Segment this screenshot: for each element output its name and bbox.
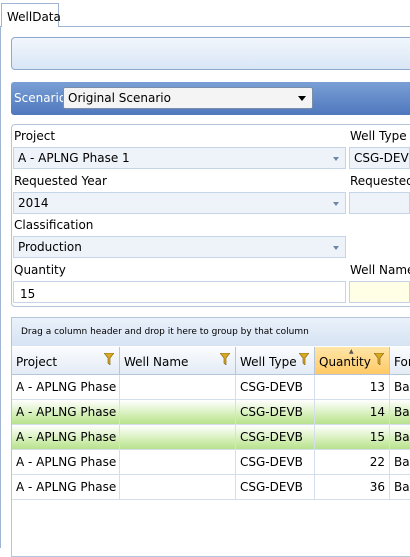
cell-quantity[interactable]: 36	[315, 475, 390, 500]
table-row[interactable]: A - APLNG Phase 1 CSG-DEVB 14 Bar	[12, 400, 410, 425]
column-header-label: For	[394, 355, 410, 369]
filter-icon[interactable]	[374, 353, 384, 365]
column-header-label: Well Name	[124, 355, 189, 369]
chevron-down-icon[interactable]	[333, 202, 339, 206]
chevron-down-icon[interactable]	[333, 246, 339, 250]
cell-for[interactable]: Bar	[390, 375, 410, 400]
tab-strip	[0, 0, 410, 27]
requested-year-label: Requested Year	[14, 174, 107, 188]
cell-project[interactable]: A - APLNG Phase 1	[12, 425, 120, 450]
well-name-label: Well Name	[350, 263, 410, 277]
requested-year-value: 2014	[18, 196, 49, 210]
cell-for[interactable]: Bar	[390, 400, 410, 425]
quantity-input[interactable]: 15	[13, 281, 346, 303]
filter-icon[interactable]	[299, 353, 309, 365]
cell-quantity[interactable]: 13	[315, 375, 390, 400]
cell-project[interactable]: A - APLNG Phase 1	[12, 450, 120, 475]
column-header-project[interactable]: Project	[12, 347, 120, 375]
cell-well-name[interactable]	[120, 450, 236, 475]
cell-quantity[interactable]: 14	[315, 400, 390, 425]
scenario-select[interactable]: Original Scenario	[63, 87, 313, 109]
cell-for[interactable]: Bar	[390, 475, 410, 500]
classification-combo[interactable]: Production	[13, 236, 346, 258]
cell-project[interactable]: A - APLNG Phase 1	[12, 475, 120, 500]
cell-well-name[interactable]	[120, 475, 236, 500]
grid-header-row: Project Well Name Well Type ▲ Quantity F…	[12, 347, 410, 375]
chevron-down-icon[interactable]	[333, 157, 339, 161]
well-type-label: Well Type	[350, 129, 407, 143]
cell-quantity[interactable]: 22	[315, 450, 390, 475]
cell-project[interactable]: A - APLNG Phase 1	[12, 375, 120, 400]
requested-year-combo[interactable]: 2014	[13, 192, 346, 214]
project-label: Project	[14, 129, 56, 143]
cell-for[interactable]: Bar	[390, 425, 410, 450]
table-row[interactable]: A - APLNG Phase 1 CSG-DEVB 22 Bar	[12, 450, 410, 475]
cell-quantity[interactable]: 15	[315, 425, 390, 450]
group-panel[interactable]: Drag a column header and drop it here to…	[12, 318, 410, 346]
sort-ascending-icon: ▲	[349, 348, 354, 355]
column-header-well-name[interactable]: Well Name	[120, 347, 236, 375]
column-header-label: Well Type	[240, 355, 297, 369]
classification-label: Classification	[14, 218, 94, 232]
column-header-for[interactable]: For	[390, 347, 410, 375]
scenario-value: Original Scenario	[68, 91, 171, 105]
cell-well-name[interactable]	[120, 400, 236, 425]
column-header-well-type[interactable]: Well Type	[236, 347, 315, 375]
filter-icon[interactable]	[220, 353, 230, 365]
cell-well-type[interactable]: CSG-DEVB	[236, 375, 315, 400]
cell-for[interactable]: Bar	[390, 450, 410, 475]
project-combo[interactable]: A - APLNG Phase 1	[13, 147, 346, 169]
scenario-label: Scenario	[14, 91, 67, 105]
table-row[interactable]: A - APLNG Phase 1 CSG-DEVB 13 Bar	[12, 375, 410, 400]
table-row[interactable]: A - APLNG Phase 1 CSG-DEVB 36 Bar	[12, 475, 410, 500]
cell-well-type[interactable]: CSG-DEVB	[236, 400, 315, 425]
column-header-label: Quantity	[319, 355, 371, 369]
cell-well-type[interactable]: CSG-DEVB	[236, 425, 315, 450]
quantity-label: Quantity	[14, 263, 66, 277]
well-type-combo[interactable]: CSG-DEVB	[349, 147, 410, 169]
column-header-label: Project	[16, 355, 58, 369]
cell-well-name[interactable]	[120, 425, 236, 450]
well-name-input[interactable]	[349, 281, 410, 303]
table-row[interactable]: A - APLNG Phase 1 CSG-DEVB 15 Bar	[12, 425, 410, 450]
cell-well-name[interactable]	[120, 375, 236, 400]
requested-input[interactable]	[349, 192, 410, 214]
requested-label: Requested	[350, 174, 410, 188]
project-value: A - APLNG Phase 1	[18, 151, 130, 165]
column-header-quantity[interactable]: ▲ Quantity	[315, 347, 390, 375]
toolbar	[11, 37, 410, 70]
cell-project[interactable]: A - APLNG Phase 1	[12, 400, 120, 425]
cell-well-type[interactable]: CSG-DEVB	[236, 450, 315, 475]
chevron-down-icon[interactable]	[298, 96, 306, 101]
classification-value: Production	[18, 240, 82, 254]
tab-welldata[interactable]: WellData	[1, 3, 61, 28]
cell-well-type[interactable]: CSG-DEVB	[236, 475, 315, 500]
filter-icon[interactable]	[104, 353, 114, 365]
